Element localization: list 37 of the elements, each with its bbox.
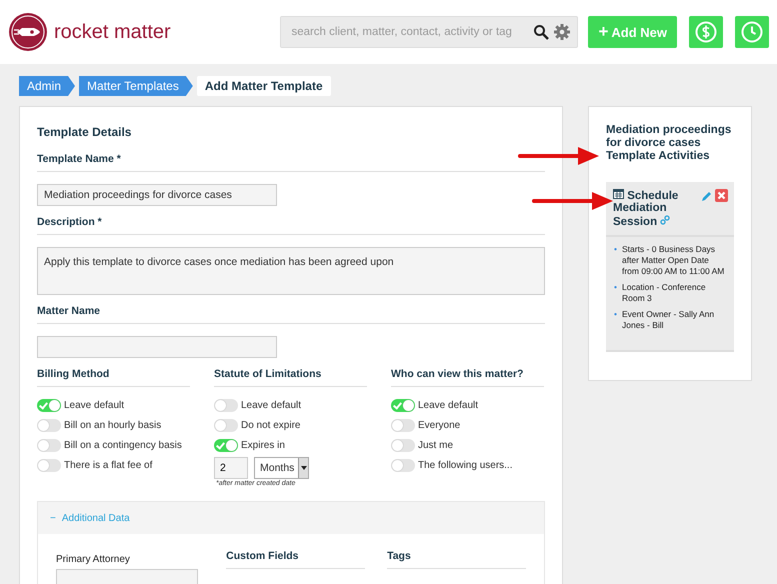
- activity-detail: Starts - 0 Business Days after Matter Open Date from 09:00 AM to 11:00 AM: [622, 244, 726, 277]
- option-label: Bill on an hourly basis: [64, 420, 162, 430]
- option-label: The following users...: [418, 460, 512, 470]
- option-label: Expires in: [241, 440, 285, 450]
- breadcrumb-item[interactable]: Add Matter Template: [196, 76, 331, 96]
- option-label: Leave default: [418, 400, 478, 410]
- option-label: Everyone: [418, 420, 460, 430]
- field-label: Primary Attorney: [56, 554, 131, 565]
- activity-title[interactable]: Schedule Mediation Session: [613, 188, 698, 229]
- group-label: Custom Fields: [226, 550, 366, 569]
- option-label: Do not expire: [241, 420, 300, 430]
- activity-detail: Event Owner - Sally Ann Jones - Bill: [622, 308, 716, 331]
- section-title: Template Details: [37, 125, 132, 139]
- template-name-field[interactable]: Mediation proceedings for divorce cases: [37, 184, 277, 206]
- logo-wordmark: rocket matter: [54, 20, 171, 44]
- option-label: Leave default: [64, 400, 124, 410]
- option-label: Bill on a contingency basis: [64, 440, 182, 450]
- option-label: There is a flat fee of: [64, 460, 152, 470]
- option-label: Leave default: [241, 400, 302, 410]
- group-label: Tags: [387, 550, 526, 569]
- field-label: Template Name *: [37, 153, 545, 172]
- activities-title: Mediation proceedings for divorce cases Template Activities: [606, 124, 732, 164]
- description-field[interactable]: Apply this template to divorce cases once mediation has been agreed upon: [37, 247, 545, 295]
- field-label: Matter Name: [37, 305, 545, 324]
- bullet: •: [614, 282, 617, 294]
- activity-detail: Location - Conference Room 3: [622, 282, 707, 304]
- search-bar[interactable]: search client, matter, contact, activity or tag: [280, 16, 578, 48]
- number-field[interactable]: 2: [214, 457, 248, 479]
- group-label: Who can view this matter?: [391, 368, 544, 387]
- group-label: Statute of Limitations: [214, 368, 367, 387]
- group-label: Billing Method: [37, 368, 190, 387]
- bullet: •: [614, 244, 617, 256]
- field-label: Description *: [37, 216, 545, 235]
- option-label: Just me: [418, 440, 454, 450]
- bullet: •: [614, 308, 617, 321]
- unit-dropdown[interactable]: Months: [254, 457, 310, 479]
- panel-title: Additional Data: [62, 512, 130, 524]
